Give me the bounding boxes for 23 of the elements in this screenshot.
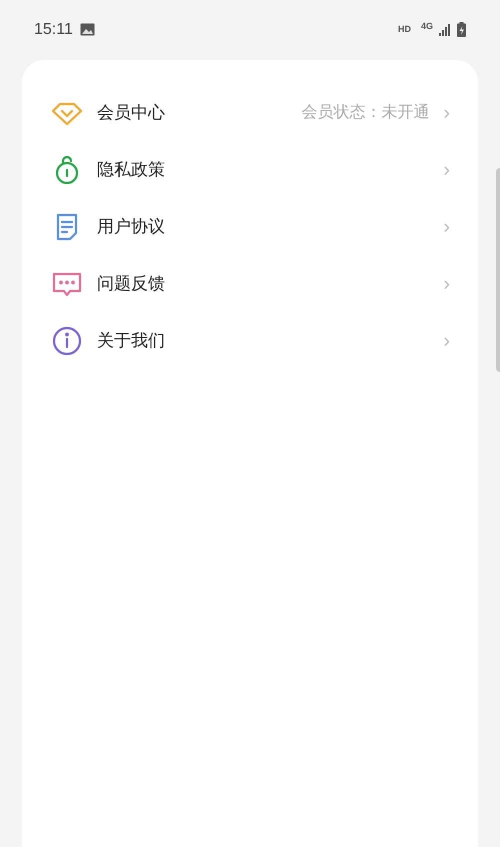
status-time: 15:11 <box>34 20 73 40</box>
menu-label: 关于我们 <box>97 330 165 352</box>
hd-label: HD <box>398 22 411 36</box>
battery-icon <box>457 22 466 37</box>
image-icon <box>80 23 95 36</box>
membership-status: 会员状态：未开通 <box>301 102 430 122</box>
chevron-icon: › <box>443 102 450 122</box>
menu-item[interactable]: 关于我们 › <box>50 312 450 369</box>
chevron-icon: › <box>443 274 450 294</box>
chevron-icon: › <box>443 216 450 236</box>
menu-label: 隐私政策 <box>97 158 165 181</box>
menu-label: 问题反馈 <box>97 272 165 295</box>
menu-item[interactable]: 问题反馈 › <box>50 255 450 312</box>
chevron-icon: › <box>443 160 450 180</box>
network-label: 4G <box>420 20 433 33</box>
info-icon <box>51 324 83 356</box>
menu-item[interactable]: 用户协议 › <box>50 198 450 255</box>
menu-label: 用户协议 <box>97 216 165 238</box>
signal-icon <box>439 24 451 36</box>
menu-label: 会员中心 <box>97 102 165 124</box>
menu-item[interactable]: 会员中心 会员状态：未开通 › <box>50 84 450 141</box>
menu-item[interactable]: 隐私政策 › <box>50 141 450 198</box>
chevron-icon: › <box>443 330 450 350</box>
